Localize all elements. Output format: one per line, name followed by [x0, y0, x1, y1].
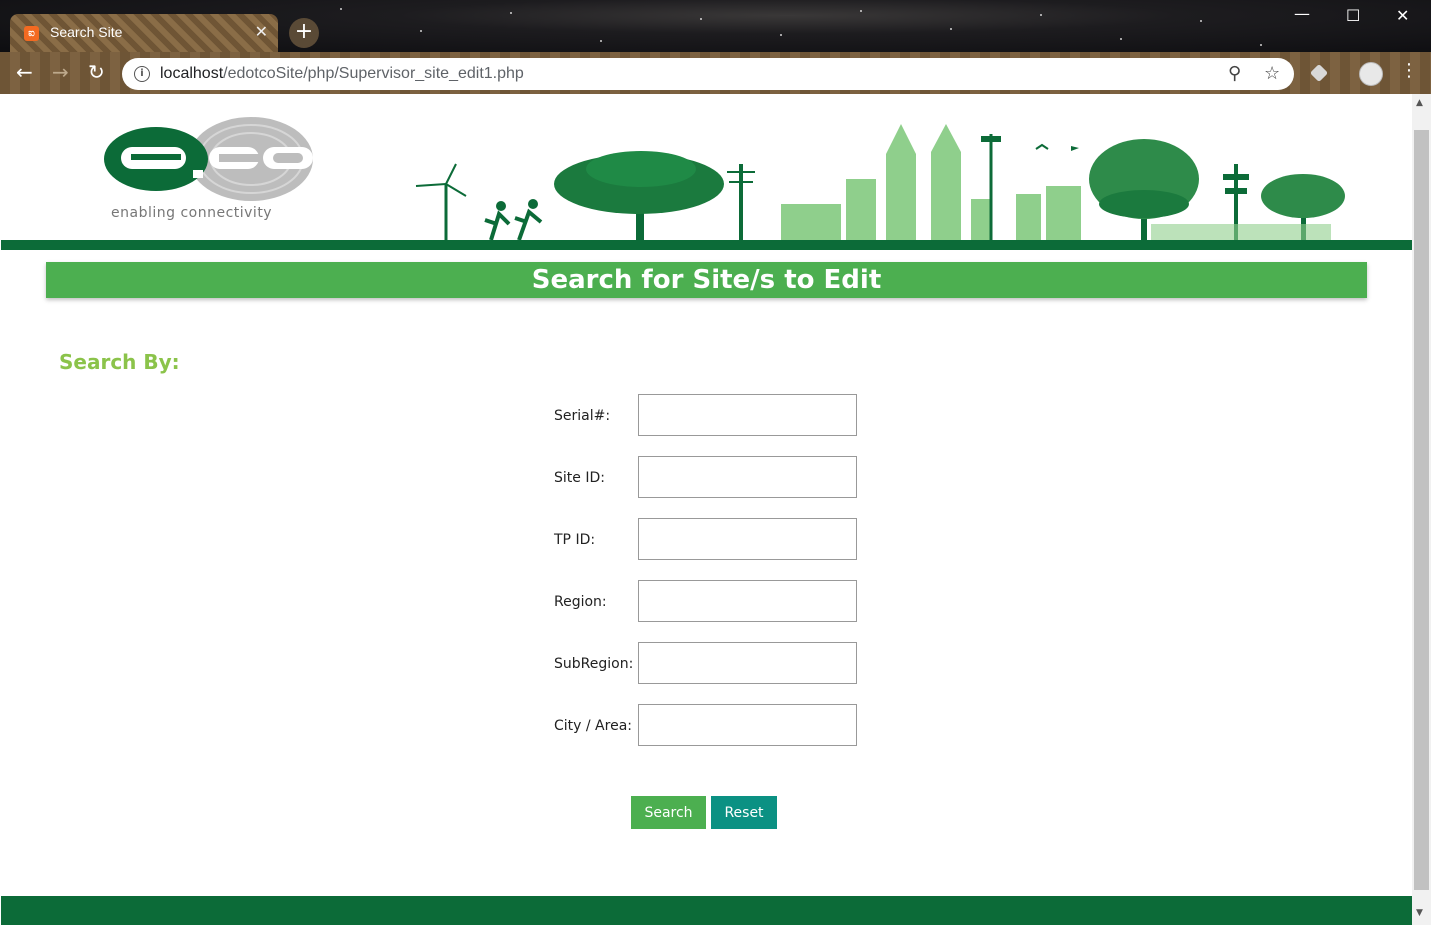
new-tab-button[interactable]: + [289, 18, 319, 48]
region-input[interactable] [638, 580, 857, 622]
tagline: enabling connectivity [111, 205, 273, 221]
page-title-bar: Search for Site/s to Edit [46, 262, 1367, 298]
site-id-label: Site ID: [554, 470, 605, 486]
back-icon[interactable]: ← [16, 62, 33, 82]
serial-label: Serial#: [554, 408, 611, 424]
page-title: Search for Site/s to Edit [531, 265, 882, 295]
header-rule [1, 240, 1412, 250]
tp-id-label: TP ID: [554, 532, 596, 548]
subregion-label: SubRegion: [554, 656, 634, 672]
reset-button[interactable]: Reset [711, 796, 777, 829]
scroll-up-icon[interactable]: ▲ [1416, 98, 1423, 108]
menu-icon[interactable]: ⋮ [1400, 60, 1418, 81]
site-footer [1, 896, 1412, 925]
maximize-icon[interactable]: ☐ [1346, 6, 1360, 25]
site-id-input[interactable] [638, 456, 857, 498]
minimize-icon[interactable]: — [1294, 4, 1310, 23]
serial-input[interactable] [638, 394, 857, 436]
extension-icon[interactable] [1309, 63, 1329, 83]
forward-icon[interactable]: → [52, 62, 69, 82]
city-area-input[interactable] [638, 704, 857, 746]
browser-toolbar: ← → ↻ i localhost/edotcoSite/php/Supervi… [0, 52, 1431, 94]
close-tab-icon[interactable]: ✕ [255, 22, 268, 41]
close-window-icon[interactable]: ✕ [1396, 6, 1409, 25]
page: enabling connectivity Search for Site/s … [1, 94, 1412, 925]
page-scrollbar[interactable]: ▲ ▼ [1412, 94, 1431, 925]
zoom-icon[interactable]: ⚲ [1228, 63, 1241, 84]
info-icon[interactable]: i [134, 66, 150, 82]
search-button[interactable]: Search [631, 796, 706, 829]
region-label: Region: [554, 594, 607, 610]
browser-tab[interactable]: ಐ Search Site ✕ [10, 14, 278, 52]
profile-avatar[interactable] [1359, 62, 1383, 86]
address-bar[interactable]: i localhost/edotcoSite/php/Supervisor_si… [122, 58, 1294, 90]
city-area-label: City / Area: [554, 718, 632, 734]
tp-id-input[interactable] [638, 518, 857, 560]
search-by-heading: Search By: [59, 350, 180, 374]
subregion-input[interactable] [638, 642, 857, 684]
bookmark-star-icon[interactable]: ☆ [1264, 63, 1280, 84]
browser-titlebar: ಐ Search Site ✕ + — ☐ ✕ [0, 0, 1431, 52]
site-header: enabling connectivity [1, 94, 1412, 252]
scroll-down-icon[interactable]: ▼ [1416, 908, 1423, 918]
url-text[interactable]: localhost/edotcoSite/php/Supervisor_site… [160, 65, 524, 83]
reload-icon[interactable]: ↻ [88, 62, 105, 82]
skyline-banner [415, 124, 1345, 240]
tab-title: Search Site [50, 24, 123, 40]
xampp-icon: ಐ [24, 26, 39, 41]
scroll-thumb[interactable] [1414, 130, 1429, 890]
